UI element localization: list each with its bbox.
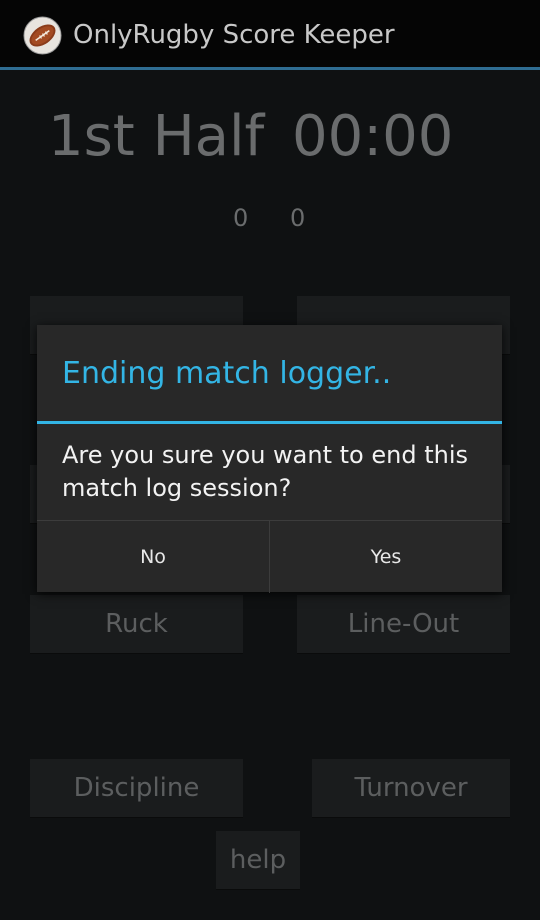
rugby-ball-icon[interactable] <box>23 16 62 55</box>
no-button[interactable]: No <box>37 521 269 593</box>
screen: OnlyRugby Score Keeper 1st Half 00:00 0 … <box>0 0 540 920</box>
turnover-button[interactable]: Turnover <box>312 759 510 818</box>
home-score: 0 <box>233 204 249 232</box>
app-title: OnlyRugby Score Keeper <box>73 20 395 50</box>
line-out-button[interactable]: Line-Out <box>297 595 510 654</box>
away-score: 0 <box>290 204 306 232</box>
period-label: 1st Half <box>48 104 265 169</box>
dialog-button-bar: No Yes <box>37 520 502 593</box>
ruck-button[interactable]: Ruck <box>30 595 243 654</box>
action-bar: OnlyRugby Score Keeper <box>0 0 540 67</box>
dialog-title-divider <box>37 421 502 424</box>
help-button[interactable]: help <box>216 831 300 890</box>
dialog-message: Are you sure you want to end this match … <box>62 441 468 502</box>
discipline-button[interactable]: Discipline <box>30 759 243 818</box>
yes-button[interactable]: Yes <box>270 521 502 593</box>
end-session-dialog: Ending match logger.. Are you sure you w… <box>37 325 502 593</box>
match-clock[interactable]: 00:00 <box>292 102 453 172</box>
action-bar-divider <box>0 67 540 70</box>
dialog-title: Ending match logger.. <box>62 356 392 391</box>
